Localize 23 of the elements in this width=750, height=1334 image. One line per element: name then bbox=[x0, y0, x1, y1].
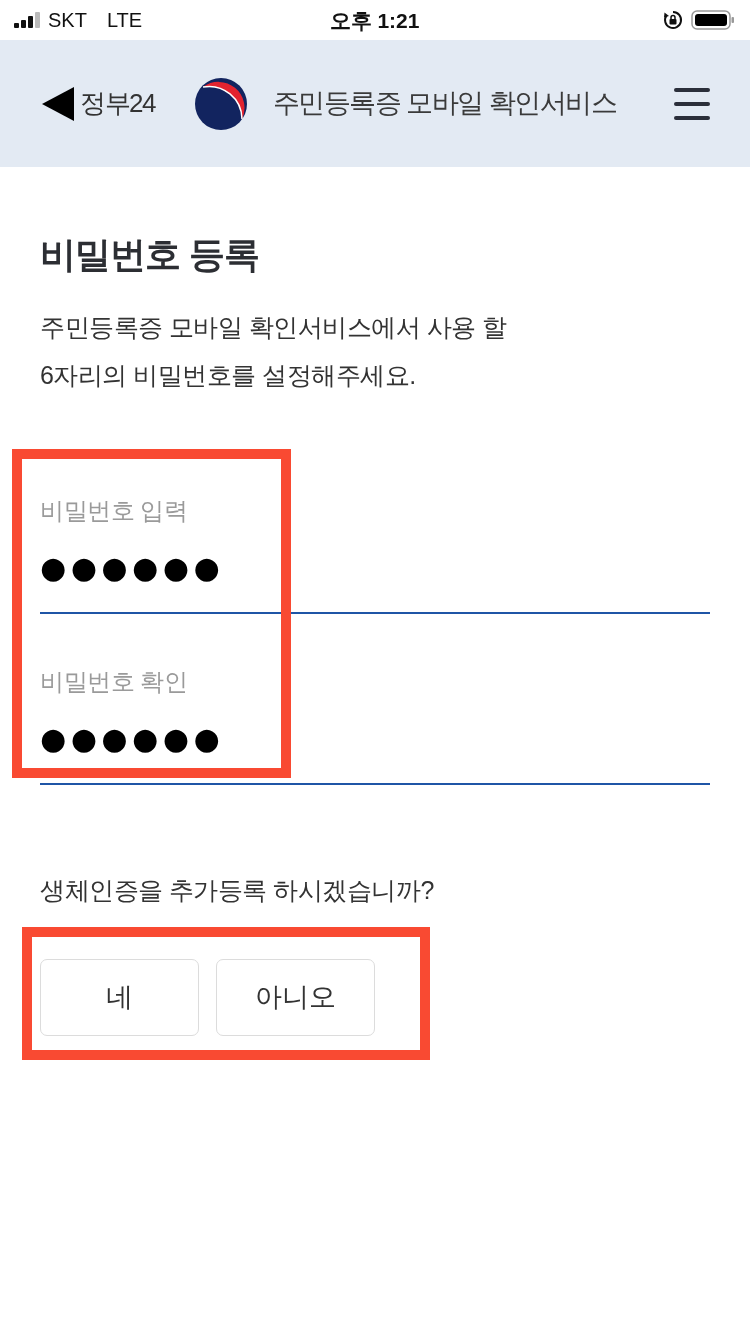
page-description: 주민등록증 모바일 확인서비스에서 사용 할 6자리의 비밀번호를 설정해주세요. bbox=[40, 312, 508, 391]
biometric-question: 생체인증을 추가등록 하시겠습니까? bbox=[40, 875, 435, 906]
menu-button[interactable] bbox=[674, 87, 710, 120]
field-label: 비밀번호 입력 bbox=[40, 496, 189, 526]
field-label: 비밀번호 확인 bbox=[40, 667, 189, 697]
signal-icon bbox=[14, 12, 40, 28]
carrier-name: SKT bbox=[48, 10, 87, 30]
status-time: 오후 1:21 bbox=[329, 9, 420, 31]
back-link[interactable]: 정부24 bbox=[42, 84, 155, 123]
masked-password: ●●●●●● bbox=[40, 549, 226, 587]
back-triangle-icon bbox=[42, 86, 74, 121]
menu-icon bbox=[674, 87, 710, 120]
network-type: LTE bbox=[106, 10, 143, 30]
rotation-lock-icon bbox=[663, 10, 683, 30]
answer-button[interactable]: 네 bbox=[40, 959, 199, 1036]
password-field[interactable]: 비밀번호 확인 ●●●●●● bbox=[40, 666, 710, 785]
answer-button[interactable]: 아니오 bbox=[216, 959, 375, 1036]
battery-icon bbox=[691, 10, 735, 30]
header-title: 주민등록증 모바일 확인서비스 bbox=[272, 87, 617, 121]
round-emblem-icon bbox=[194, 77, 247, 130]
page-heading: 비밀번호 등록 bbox=[40, 233, 260, 277]
password-field[interactable]: 비밀번호 입력 ●●●●●● bbox=[40, 495, 710, 614]
masked-password: ●●●●●● bbox=[40, 720, 226, 758]
